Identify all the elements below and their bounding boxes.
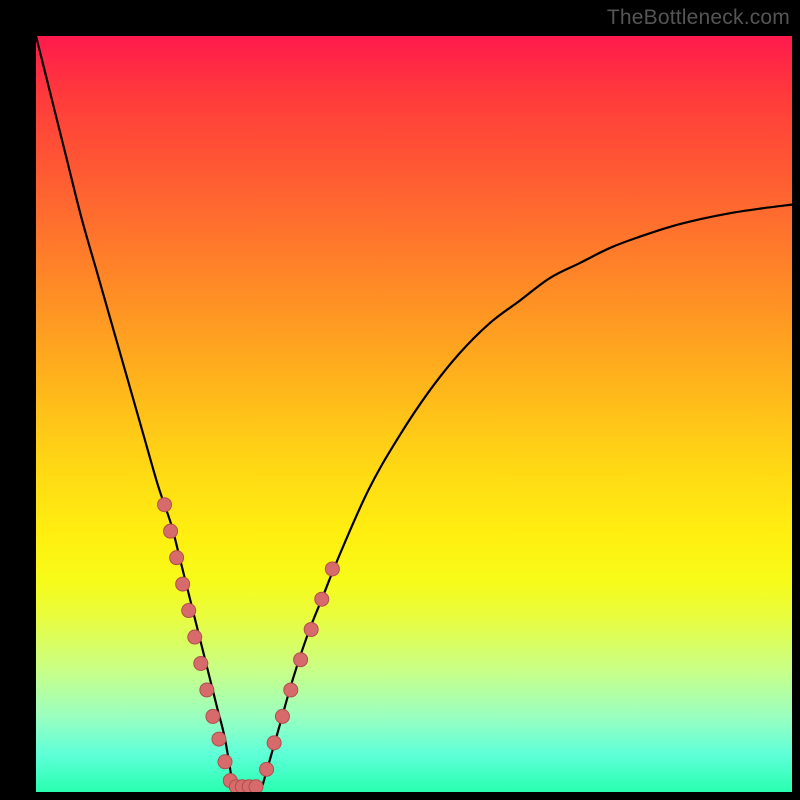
marker-dot <box>249 780 263 792</box>
marker-dot <box>218 755 232 769</box>
curves-group <box>36 36 792 784</box>
curve-left-curve <box>36 36 233 784</box>
marker-dot <box>164 524 178 538</box>
chart-frame: TheBottleneck.com <box>0 0 800 800</box>
plot-area <box>36 36 792 792</box>
marker-dot <box>275 709 289 723</box>
marker-dot <box>176 577 190 591</box>
marker-dot <box>267 736 281 750</box>
plot-svg <box>36 36 792 792</box>
marker-dot <box>194 656 208 670</box>
watermark-label: TheBottleneck.com <box>607 6 790 30</box>
marker-dot <box>170 551 184 565</box>
marker-dot <box>315 592 329 606</box>
markers-group <box>158 498 340 792</box>
marker-dot <box>212 732 226 746</box>
marker-dot <box>188 630 202 644</box>
marker-dot <box>158 498 172 512</box>
curve-right-curve <box>263 205 792 785</box>
marker-dot <box>325 562 339 576</box>
marker-dot <box>294 653 308 667</box>
marker-dot <box>200 683 214 697</box>
marker-dot <box>182 604 196 618</box>
marker-dot <box>260 762 274 776</box>
marker-dot <box>284 683 298 697</box>
marker-dot <box>206 709 220 723</box>
marker-dot <box>304 622 318 636</box>
